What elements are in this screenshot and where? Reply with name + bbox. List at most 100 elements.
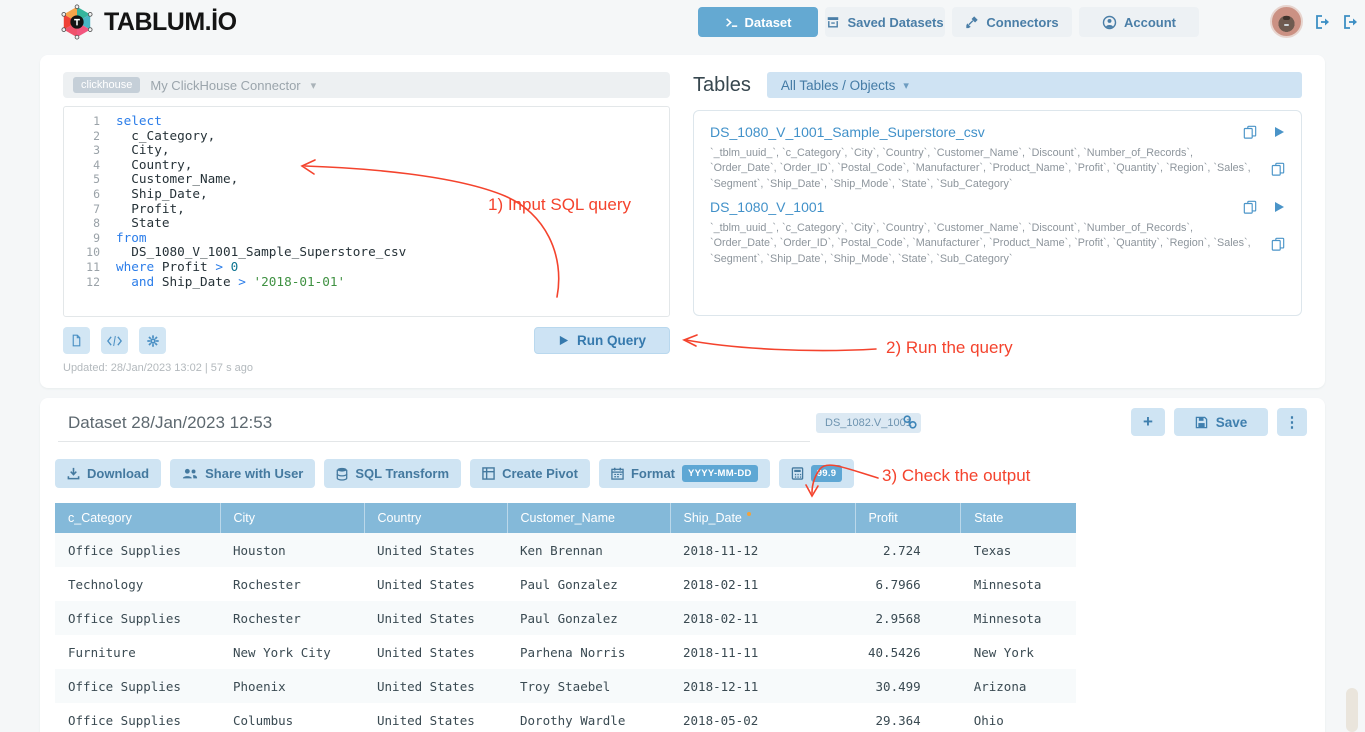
scrollbar-thumb[interactable] [1346, 688, 1358, 732]
table-row: TechnologyRochesterUnited StatesPaul Gon… [55, 567, 1076, 601]
copy-icon[interactable] [1243, 200, 1257, 214]
table-cell: 30.499 [855, 669, 961, 703]
toolbar-badge: 99.9 [811, 465, 843, 482]
code-text: Profit, [116, 202, 185, 217]
brand[interactable]: TABLUM.İO [58, 3, 237, 41]
play-icon[interactable] [1273, 126, 1285, 138]
column-header-state[interactable]: State [961, 503, 1076, 533]
code-text: where Profit > 0 [116, 260, 238, 275]
new-query-button[interactable] [63, 327, 90, 354]
sort-indicator [747, 512, 751, 516]
table-cell: 2018-02-11 [670, 567, 855, 601]
code-text: DS_1080_V_1001_Sample_Superstore_csv [116, 245, 406, 260]
table-cell: 2.724 [855, 533, 961, 567]
format-number-button[interactable]: 99.9 [779, 459, 855, 488]
line-number: 8 [70, 216, 100, 231]
table-entry: DS_1080_V_1001 `_tblm_uuid_`, `c_Category… [710, 199, 1285, 267]
table-name-link[interactable]: DS_1080_V_1001 [710, 199, 1227, 215]
format-sql-button[interactable] [101, 327, 128, 354]
exit-session-icon[interactable] [1343, 15, 1359, 29]
table-row: Office SuppliesPhoenixUnited StatesTroy … [55, 669, 1076, 703]
code-text: and Ship_Date > '2018-01-01' [116, 275, 345, 290]
account-icon [1102, 15, 1117, 30]
table-cell: United States [364, 635, 507, 669]
sql-transform-button[interactable]: SQL Transform [324, 459, 461, 488]
create-pivot-button[interactable]: Create Pivot [470, 459, 590, 488]
nav-account[interactable]: Account [1079, 7, 1199, 37]
tables-filter-dropdown[interactable]: All Tables / Objects ▾ [767, 72, 1302, 98]
link-icon[interactable] [902, 414, 918, 435]
copy-columns-icon[interactable] [1271, 162, 1285, 176]
pivot-icon [482, 467, 495, 480]
nav-label: Connectors [986, 15, 1058, 30]
annotation-run-query: 2) Run the query [886, 338, 1013, 358]
more-options-button[interactable]: ⋮ [1277, 408, 1307, 436]
table-name-link[interactable]: DS_1080_V_1001_Sample_Superstore_csv [710, 124, 1227, 140]
nav-connectors[interactable]: Connectors [952, 7, 1072, 37]
connector-dropdown[interactable]: clickhouse My ClickHouse Connector ▾ [63, 72, 670, 98]
toolbar-label: Share with User [205, 466, 303, 481]
copy-columns-icon[interactable] [1271, 237, 1285, 251]
sql-pane: clickhouse My ClickHouse Connector ▾ 1se… [63, 72, 670, 371]
logout-icon[interactable] [1315, 15, 1331, 29]
table-cell: United States [364, 533, 507, 567]
dataset-section: Dataset 28/Jan/2023 12:53 DS_1082.V_1001… [40, 398, 1325, 732]
line-number: 4 [70, 158, 100, 173]
share-with-user-button[interactable]: Share with User [170, 459, 315, 488]
table-cell: 29.364 [855, 703, 961, 732]
table-cell: New York [961, 635, 1076, 669]
table-cell: Ken Brennan [507, 533, 670, 567]
table-row: Office SuppliesHoustonUnited StatesKen B… [55, 533, 1076, 567]
table-cell: Texas [961, 533, 1076, 567]
copy-icon[interactable] [1243, 125, 1257, 139]
nav-saved-datasets[interactable]: Saved Datasets [825, 7, 945, 37]
toolbar-label: Format [631, 466, 675, 481]
avatar[interactable] [1270, 5, 1303, 38]
format-button[interactable]: Format YYYY-MM-DD [599, 459, 770, 488]
toolbar-label: Create Pivot [502, 466, 578, 481]
users-icon [182, 467, 198, 480]
nav-label: Saved Datasets [847, 15, 943, 30]
query-settings-button[interactable] [139, 327, 166, 354]
nav-dataset[interactable]: Dataset [698, 7, 818, 37]
line-number: 9 [70, 231, 100, 246]
result-table: c_CategoryCityCountryCustomer_NameShip_D… [55, 503, 1076, 732]
nav-buttons: Dataset Saved Datasets Connectors Account [698, 7, 1199, 37]
code-text: c_Category, [116, 129, 215, 144]
nav-label: Dataset [745, 15, 792, 30]
column-header-ship_date[interactable]: Ship_Date [670, 503, 855, 533]
column-header-city[interactable]: City [220, 503, 364, 533]
chevron-down-icon: ▾ [903, 79, 909, 92]
play-icon [558, 335, 569, 346]
toolbar-badge: YYYY-MM-DD [682, 465, 758, 482]
code-line: 1select [70, 114, 669, 129]
tables-head: Tables All Tables / Objects ▾ [693, 72, 1302, 98]
code-line: 11where Profit > 0 [70, 260, 669, 275]
updated-timestamp: Updated: 28/Jan/2023 13:02 | 57 s ago [63, 362, 670, 374]
user-area [1270, 5, 1359, 38]
play-icon[interactable] [1273, 201, 1285, 213]
column-header-country[interactable]: Country [364, 503, 507, 533]
run-query-label: Run Query [577, 333, 646, 348]
table-cell: Furniture [55, 635, 220, 669]
table-cell: Minnesota [961, 567, 1076, 601]
code-text: City, [116, 143, 169, 158]
table-cell: Houston [220, 533, 364, 567]
download-button[interactable]: Download [55, 459, 161, 488]
table-columns-list: `_tblm_uuid_`, `c_Category`, `City`, `Co… [710, 221, 1255, 267]
column-header-profit[interactable]: Profit [855, 503, 961, 533]
table-row: Office SuppliesColumbusUnited StatesDoro… [55, 703, 1076, 732]
code-line: 9from [70, 231, 669, 246]
table-cell: Ohio [961, 703, 1076, 732]
connector-type-badge: clickhouse [73, 77, 140, 93]
plus-icon: + [1143, 412, 1153, 432]
table-cell: 2018-12-11 [670, 669, 855, 703]
column-header-customer_name[interactable]: Customer_Name [507, 503, 670, 533]
chevron-down-icon: ▾ [311, 79, 317, 92]
run-query-button[interactable]: Run Query [534, 327, 670, 354]
save-button[interactable]: Save [1174, 408, 1268, 436]
connector-name: My ClickHouse Connector [150, 78, 300, 93]
column-header-c_category[interactable]: c_Category [55, 503, 220, 533]
table-cell: Parhena Norris [507, 635, 670, 669]
add-dataset-button[interactable]: + [1131, 408, 1165, 436]
